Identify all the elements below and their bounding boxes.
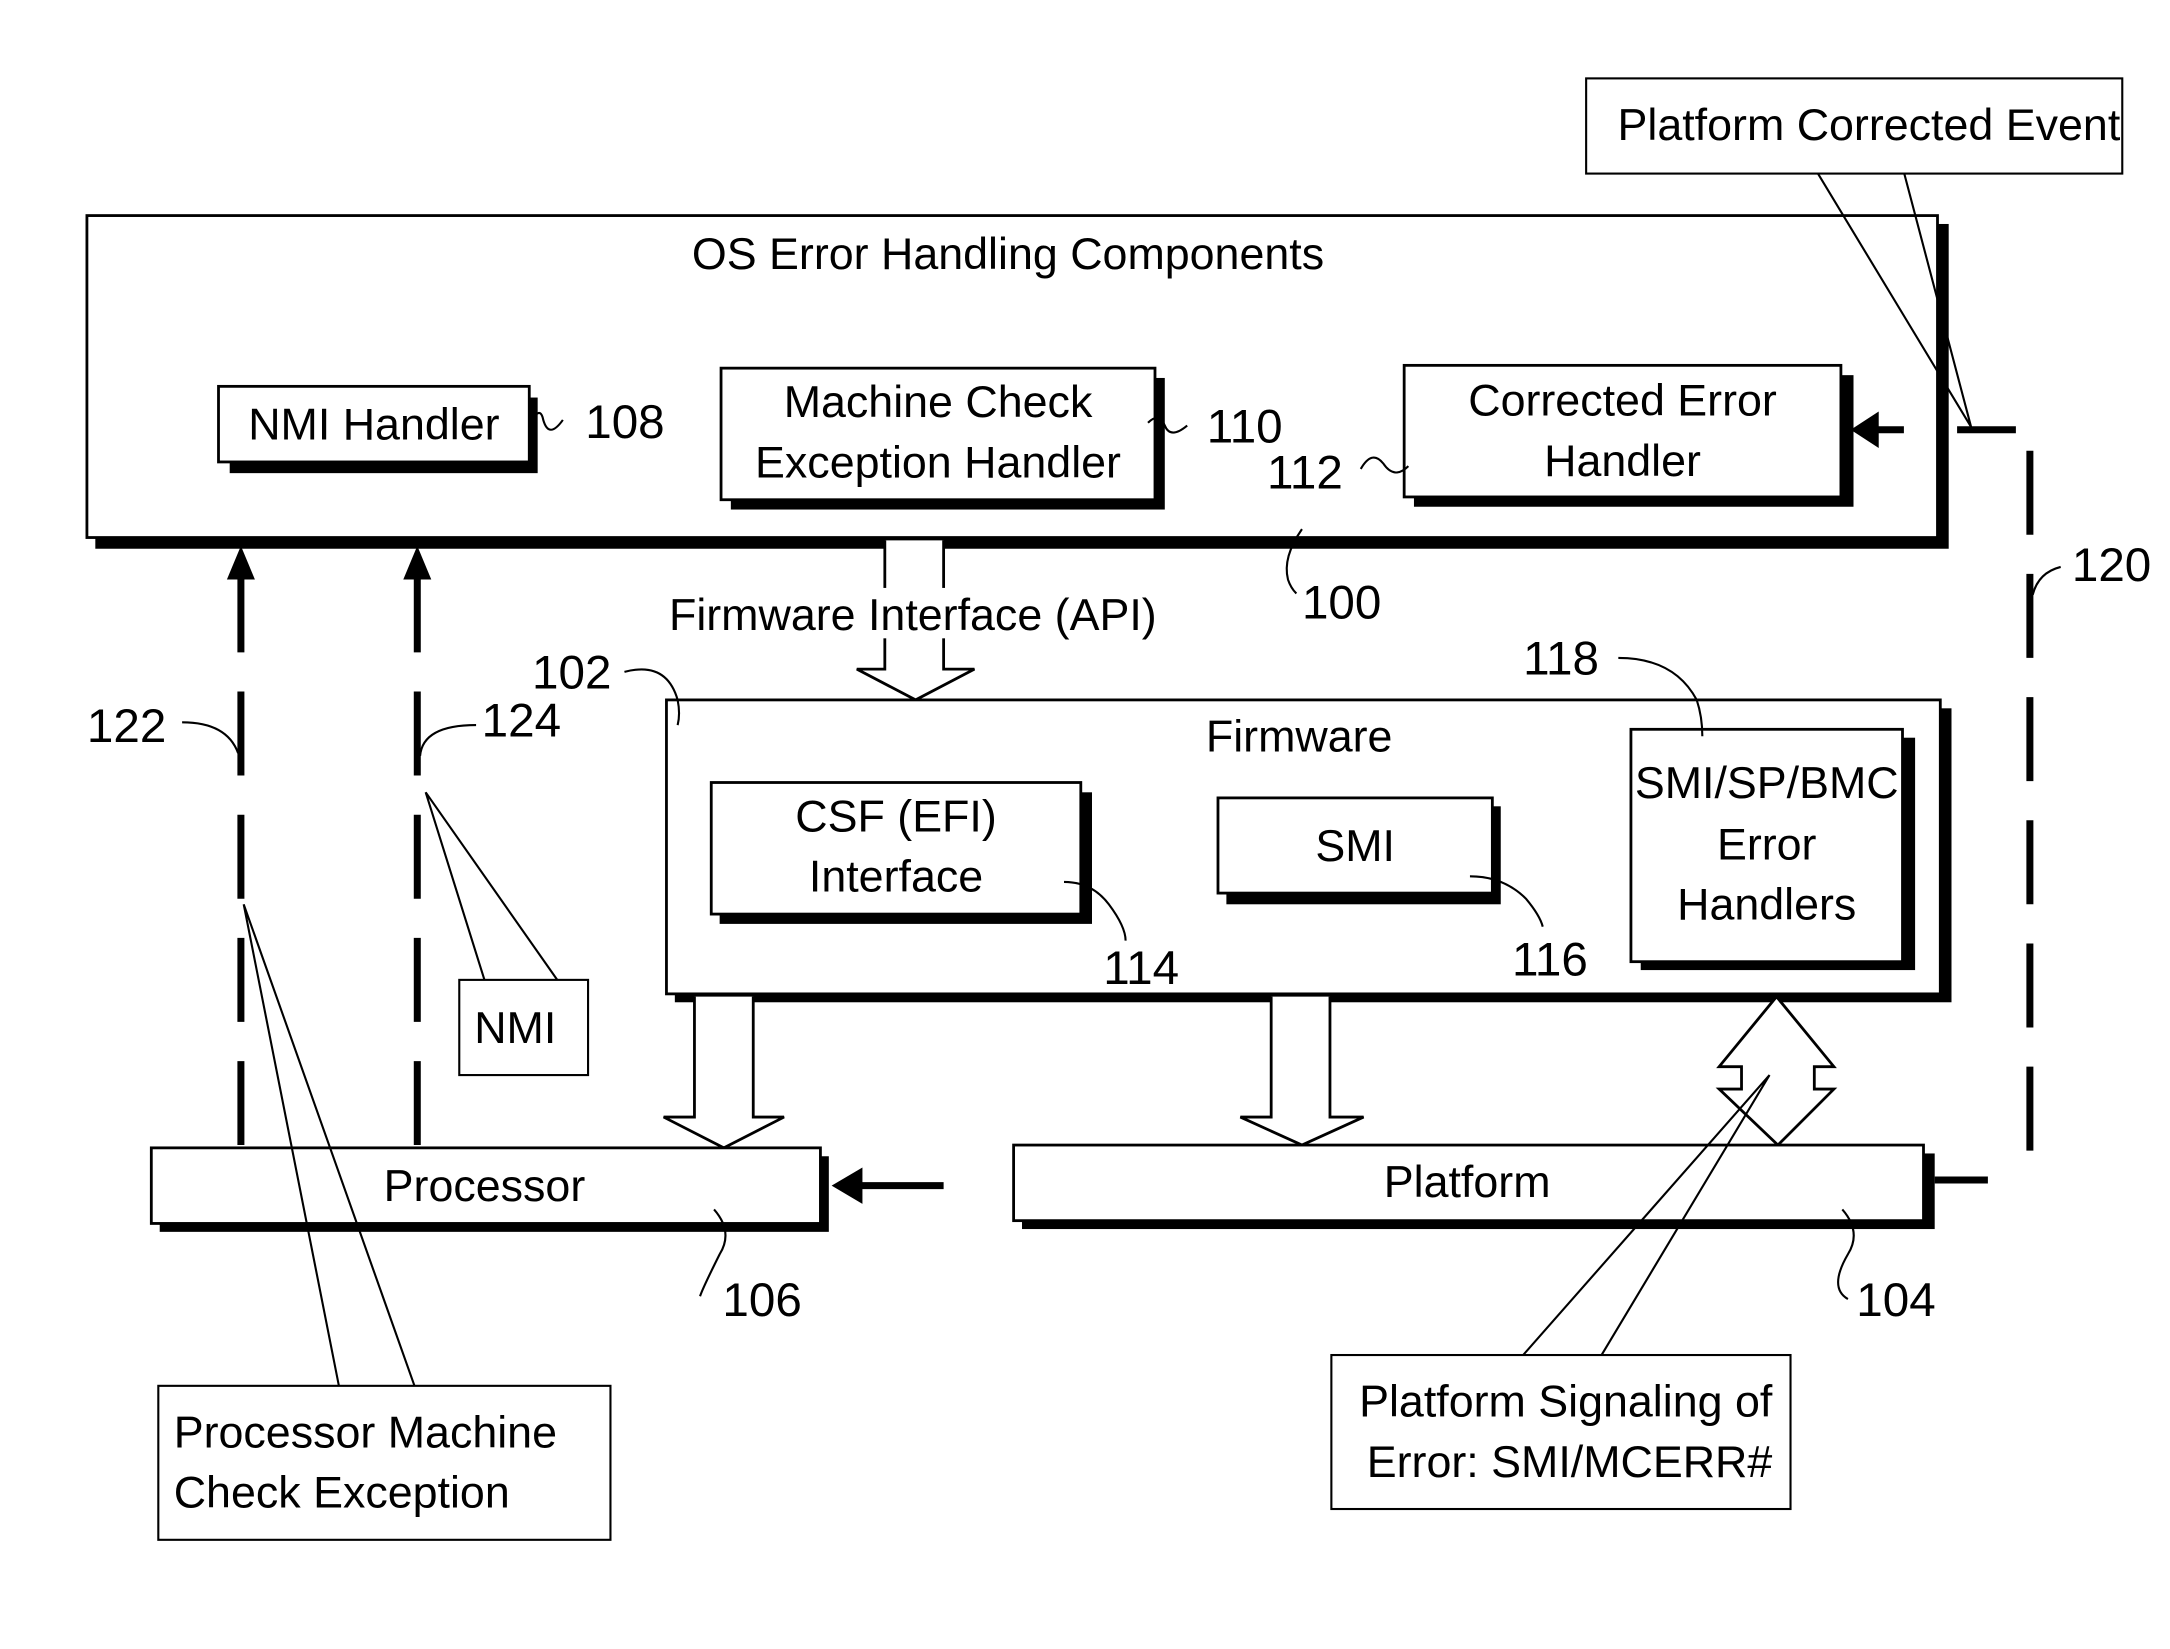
- fw-to-processor-arrow: [663, 996, 785, 1150]
- ref-112: 112: [1267, 447, 1343, 500]
- ref-106: 106: [722, 1274, 801, 1327]
- fw-to-platform-arrow: [1239, 996, 1365, 1147]
- callout-pce-text: Platform Corrected Event: [1618, 100, 2121, 150]
- ce-handler-line2: Handler: [1544, 436, 1701, 486]
- callout-pmce-line2: Check Exception: [174, 1468, 510, 1518]
- ref-116: 116: [1512, 934, 1588, 987]
- api-label: Firmware Interface (API): [669, 590, 1157, 640]
- nmi-handler-label: NMI Handler: [248, 400, 499, 450]
- smi-label: SMI: [1315, 821, 1395, 871]
- callout-psig-line1: Platform Signaling of: [1359, 1377, 1773, 1427]
- ce-handler-line1: Corrected Error: [1468, 376, 1777, 426]
- ref-108: 108: [585, 396, 664, 449]
- callout-nmi-text: NMI: [474, 1003, 556, 1053]
- platform-bmc-double-arrow: [1715, 994, 1838, 1148]
- mce-handler-line1: Machine Check: [784, 377, 1093, 427]
- mce-handler-line2: Exception Handler: [755, 437, 1121, 487]
- processor-bar: Processor 106: [149, 1146, 829, 1327]
- csf-line1: CSF (EFI): [795, 791, 997, 841]
- csf-line2: Interface: [809, 852, 983, 902]
- bmc-line3: Handlers: [1677, 880, 1856, 930]
- api-arrow: Firmware Interface (API): [669, 540, 1157, 702]
- platform-bar: Platform 104: [1012, 1143, 1936, 1327]
- ref-124: 124: [482, 694, 561, 747]
- ref-102: 102: [532, 647, 611, 700]
- ref-104: 104: [1856, 1274, 1935, 1327]
- ref-100: 100: [1302, 577, 1381, 630]
- bmc-line1: SMI/SP/BMC: [1635, 758, 1899, 808]
- ref-110: 110: [1207, 400, 1283, 453]
- callout-nmi: NMI: [424, 791, 590, 1077]
- diagram-canvas: OS Error Handling Components NMI Handler…: [85, 77, 2151, 1541]
- ref-118: 118: [1523, 633, 1599, 686]
- callout-psig-line2: Error: SMI/MCERR#: [1367, 1437, 1773, 1487]
- callout-platform-signaling: Platform Signaling of Error: SMI/MCERR#: [1330, 1074, 1792, 1511]
- processor-label: Processor: [384, 1161, 586, 1211]
- os-box-title: OS Error Handling Components: [692, 229, 1324, 279]
- platform-label: Platform: [1384, 1157, 1551, 1207]
- ref-122: 122: [87, 700, 166, 753]
- firmware-title: Firmware: [1206, 712, 1393, 762]
- bmc-line2: Error: [1717, 819, 1817, 869]
- ref-120: 120: [2072, 539, 2151, 592]
- callout-pmce-line1: Processor Machine: [174, 1407, 557, 1457]
- ref-114: 114: [1103, 942, 1179, 995]
